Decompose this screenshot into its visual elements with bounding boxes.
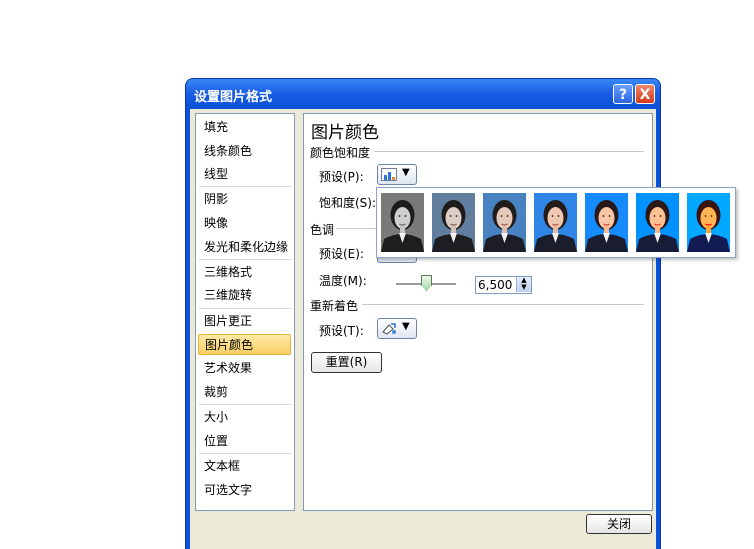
panel-title: 图片颜色: [311, 123, 379, 143]
saturation-preset-dropdown[interactable]: ▼: [377, 164, 417, 185]
nav-item-line-style[interactable]: 线型: [198, 164, 291, 185]
section-title-saturation: 颜色饱和度: [310, 146, 371, 160]
dialog-body: 填充 线条颜色 线型 阴影 映像 发光和柔化边缘 三维格式 三维旋转 图片更正 …: [190, 109, 656, 549]
nav-item-size[interactable]: 大小: [198, 407, 291, 428]
close-window-button[interactable]: X: [635, 84, 655, 104]
recolor-preset-label: 预设(T):: [319, 324, 364, 338]
dialog-title: 设置图片格式: [194, 90, 273, 105]
saturation-preset-icon: [381, 168, 397, 181]
nav-item-3d-format[interactable]: 三维格式: [198, 262, 291, 283]
nav-item-3d-rotation[interactable]: 三维旋转: [198, 285, 291, 306]
reset-button[interactable]: 重置(R): [311, 352, 382, 373]
nav-item-text-box[interactable]: 文本框: [198, 456, 291, 477]
divider: [199, 186, 291, 187]
divider: [199, 259, 291, 260]
chevron-down-icon: ▼: [402, 321, 410, 332]
nav-item-glow-soft-edges[interactable]: 发光和柔化边缘: [198, 237, 291, 258]
temperature-slider-thumb[interactable]: [421, 275, 432, 291]
saturation-option-5[interactable]: [585, 193, 628, 252]
nav-item-position[interactable]: 位置: [198, 431, 291, 452]
recolor-preset-icon: [382, 323, 396, 335]
saturation-label: 饱和度(S):: [319, 196, 377, 210]
saturation-option-7[interactable]: [687, 193, 730, 252]
nav-item-alt-text[interactable]: 可选文字: [198, 480, 291, 501]
saturation-preset-label: 预设(P):: [319, 170, 364, 184]
help-button[interactable]: ?: [613, 84, 633, 104]
saturation-option-3[interactable]: [483, 193, 526, 252]
divider: [199, 308, 291, 309]
nav-item-shadow[interactable]: 阴影: [198, 189, 291, 210]
temperature-label: 温度(M):: [319, 274, 367, 288]
nav-item-fill[interactable]: 填充: [198, 117, 291, 138]
saturation-preset-gallery: [376, 187, 736, 258]
nav-item-picture-color[interactable]: 图片颜色: [198, 334, 291, 355]
divider: [199, 404, 291, 405]
nav-item-artistic-effects[interactable]: 艺术效果: [198, 358, 291, 379]
nav-item-line-color[interactable]: 线条颜色: [198, 141, 291, 162]
temperature-spinner[interactable]: ▲ ▼: [516, 277, 531, 292]
section-title-tone: 色调: [310, 223, 335, 237]
format-picture-dialog: 设置图片格式 ? X 填充 线条颜色 线型 阴影 映像 发光和柔化边缘 三维格式…: [186, 79, 660, 549]
category-list: 填充 线条颜色 线型 阴影 映像 发光和柔化边缘 三维格式 三维旋转 图片更正 …: [195, 113, 295, 511]
recolor-preset-dropdown[interactable]: ▼: [377, 318, 417, 339]
title-bar[interactable]: 设置图片格式 ? X: [186, 79, 660, 109]
section-divider: [362, 304, 644, 305]
saturation-option-1[interactable]: [381, 193, 424, 252]
nav-item-picture-corrections[interactable]: 图片更正: [198, 311, 291, 332]
saturation-option-4[interactable]: [534, 193, 577, 252]
divider: [199, 453, 291, 454]
chevron-down-icon: ▼: [402, 167, 410, 178]
saturation-option-2[interactable]: [432, 193, 475, 252]
close-button[interactable]: 关闭: [586, 514, 652, 534]
section-divider: [374, 151, 644, 152]
picture-color-panel: 图片颜色 颜色饱和度 预设(P): ▼ 饱和度(S): 色调 预设(E): ▼ …: [303, 113, 653, 511]
nav-item-crop[interactable]: 裁剪: [198, 382, 291, 403]
section-title-recolor: 重新着色: [310, 299, 359, 313]
tone-preset-label: 预设(E):: [319, 247, 364, 261]
saturation-option-6[interactable]: [636, 193, 679, 252]
nav-item-reflection[interactable]: 映像: [198, 213, 291, 234]
